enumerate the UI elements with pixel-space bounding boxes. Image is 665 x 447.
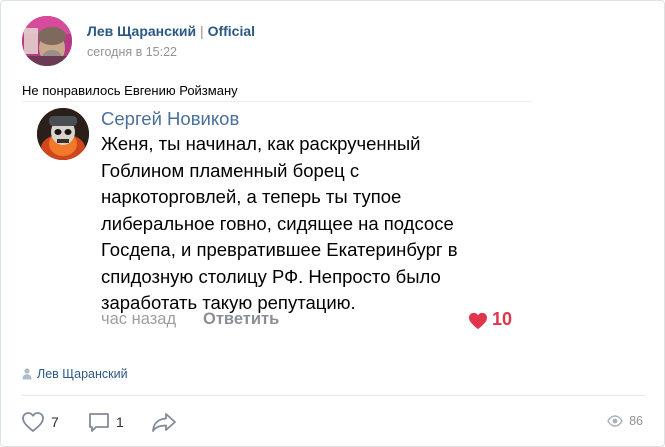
- skull-avatar-image: [37, 108, 89, 160]
- views-count: 86: [629, 414, 643, 428]
- author-avatar[interactable]: [22, 16, 72, 66]
- attached-screenshot[interactable]: Сергей Новиков Женя, ты начинал, как рас…: [22, 101, 532, 353]
- post-author[interactable]: Лев Щаранский | Official: [87, 23, 255, 39]
- share-icon: [152, 413, 176, 432]
- eye-icon: [607, 415, 623, 427]
- comment-author: Сергей Новиков: [101, 108, 240, 129]
- comment-text: Женя, ты начинал, как раскрученный Гобли…: [101, 131, 526, 317]
- like-button[interactable]: 7: [21, 408, 59, 436]
- post-date[interactable]: сегодня в 15:22: [87, 45, 177, 59]
- heart-filled-icon: [469, 312, 487, 330]
- like-count: 7: [51, 414, 59, 430]
- heart-outline-icon: [22, 412, 44, 432]
- comment-button[interactable]: 1: [88, 408, 124, 436]
- comment-icon: [89, 413, 109, 432]
- author-separator: |: [200, 23, 204, 39]
- post-signer[interactable]: Лев Щаранский: [37, 367, 128, 381]
- comment-line: спидозную столицу РФ. Непросто было: [101, 265, 441, 287]
- wall-post: Лев Щаранский | Official сегодня в 15:22…: [0, 0, 665, 447]
- author-suffix[interactable]: Official: [208, 23, 255, 39]
- comment-count: 1: [116, 414, 124, 430]
- author-avatar-image: [22, 16, 72, 66]
- comment-line: либеральное говно, сидящее на подсосе: [101, 212, 454, 234]
- comment-line: Женя, ты начинал, как раскрученный: [101, 133, 421, 154]
- comment-line: наркоторговлей, а теперь ты тупое: [101, 186, 402, 207]
- author-name[interactable]: Лев Щаранский: [87, 23, 196, 39]
- views-counter: 86: [607, 414, 643, 428]
- divider: [22, 395, 645, 396]
- comment-likes: 10: [492, 309, 513, 329]
- post-text: Не понравилось Евгению Ройзману: [22, 83, 238, 98]
- comment-reply-label: Ответить: [203, 310, 280, 328]
- comment-line: Гоблином пламенный борец с: [101, 159, 360, 181]
- share-button[interactable]: [151, 408, 177, 436]
- comment-avatar: [37, 108, 89, 160]
- comment-line: Госдепа, и превратившее Екатеринбург в: [101, 239, 458, 260]
- person-icon: [22, 368, 32, 380]
- comment-time: час назад: [101, 310, 177, 328]
